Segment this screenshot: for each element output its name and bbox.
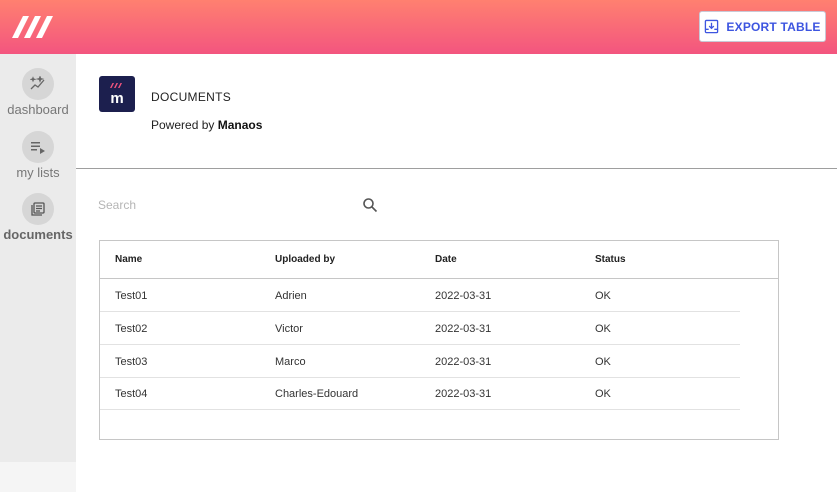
table-row[interactable]: Test02 Victor 2022-03-31 OK <box>100 312 740 345</box>
manaos-m-logo: m <box>110 83 124 106</box>
search-bar <box>98 194 380 218</box>
sidebar-item-dashboard[interactable]: dashboard <box>0 68 76 117</box>
export-table-label: EXPORT TABLE <box>726 19 821 34</box>
search-icon[interactable] <box>362 197 378 213</box>
column-header-name[interactable]: Name <box>115 254 142 265</box>
header-divider <box>76 168 837 169</box>
cell-uploaded-by: Charles-Edouard <box>275 388 359 400</box>
sidebar-icon-circle <box>22 193 54 225</box>
sidebar-item-label: dashboard <box>7 102 69 117</box>
cell-status: OK <box>595 290 611 302</box>
table-row[interactable]: Test03 Marco 2022-03-31 OK <box>100 345 740 378</box>
table-header: Name Uploaded by Date Status <box>100 241 778 279</box>
playlist-icon <box>31 142 45 154</box>
cell-date: 2022-03-31 <box>435 323 492 335</box>
cell-uploaded-by: Victor <box>275 323 303 335</box>
main-content: m DOCUMENTS Powered by Manaos Name Uploa… <box>76 54 837 492</box>
sidebar: dashboard my lists documents <box>0 54 76 462</box>
sidebar-item-my-lists[interactable]: my lists <box>0 131 76 180</box>
page-title: DOCUMENTS <box>151 90 232 104</box>
cell-name: Test03 <box>115 356 148 368</box>
cell-date: 2022-03-31 <box>435 290 492 302</box>
sidebar-item-label: documents <box>3 227 73 242</box>
cell-uploaded-by: Marco <box>275 356 306 368</box>
svg-text:m: m <box>110 90 123 106</box>
powered-by-brand: Manaos <box>217 118 263 132</box>
download-tray-icon <box>705 19 719 34</box>
cell-name: Test04 <box>115 388 148 400</box>
sidebar-icon-circle <box>22 131 54 163</box>
cell-status: OK <box>595 323 611 335</box>
sidebar-icon-circle <box>22 68 54 100</box>
library-icon <box>31 202 45 216</box>
cell-date: 2022-03-31 <box>435 388 492 400</box>
top-bar: EXPORT TABLE <box>0 0 837 54</box>
sidebar-item-documents[interactable]: documents <box>0 193 76 242</box>
search-input[interactable] <box>98 194 348 216</box>
sidebar-item-label: my lists <box>16 165 60 180</box>
cell-uploaded-by: Adrien <box>275 290 307 302</box>
export-table-button[interactable]: EXPORT TABLE <box>699 11 826 42</box>
documents-table: Name Uploaded by Date Status Test01 Adri… <box>99 240 779 440</box>
cell-date: 2022-03-31 <box>435 356 492 368</box>
column-header-uploaded-by[interactable]: Uploaded by <box>275 254 335 265</box>
manaos-m-logo-icon: m <box>99 76 135 112</box>
powered-by-prefix: Powered by <box>151 118 215 132</box>
sparkle-chart-icon <box>30 76 45 90</box>
cell-name: Test01 <box>115 290 148 302</box>
column-header-status[interactable]: Status <box>595 254 626 265</box>
manaos-logo-icon[interactable] <box>12 16 54 38</box>
table-row[interactable]: Test01 Adrien 2022-03-31 OK <box>100 279 740 312</box>
cell-status: OK <box>595 388 611 400</box>
column-header-date[interactable]: Date <box>435 254 457 265</box>
table-row[interactable]: Test04 Charles-Edouard 2022-03-31 OK <box>100 377 740 410</box>
cell-name: Test02 <box>115 323 148 335</box>
sidebar-footer-gap <box>0 462 76 492</box>
cell-status: OK <box>595 356 611 368</box>
powered-by-text: Powered by Manaos <box>151 118 262 132</box>
